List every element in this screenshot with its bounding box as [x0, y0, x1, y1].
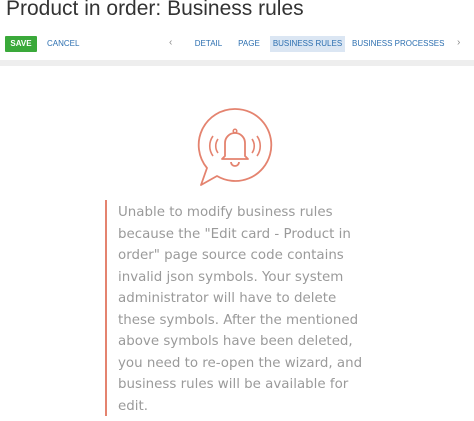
tabs-prev-arrow-icon[interactable]: ‹: [169, 36, 172, 52]
tabs-next-arrow-icon[interactable]: ›: [457, 36, 460, 52]
error-message-panel: Unable to modify business rules because …: [105, 200, 367, 416]
cancel-button[interactable]: CANCEL: [47, 36, 79, 52]
save-button[interactable]: SAVE: [5, 36, 37, 52]
error-message-text: Unable to modify business rules because …: [118, 205, 363, 414]
tab-page[interactable]: PAGE: [234, 36, 264, 52]
tab-business-processes[interactable]: BUSINESS PROCESSES: [352, 36, 444, 52]
page-title: Product in order: Business rules: [6, 0, 304, 20]
tab-detail[interactable]: DETAIL: [190, 36, 227, 52]
header-divider: [0, 60, 474, 66]
bell-icon: [195, 106, 275, 188]
tab-business-rules[interactable]: BUSINESS RULES: [270, 36, 345, 52]
business-rules-page: Product in order: Business rules SAVE CA…: [0, 0, 474, 421]
